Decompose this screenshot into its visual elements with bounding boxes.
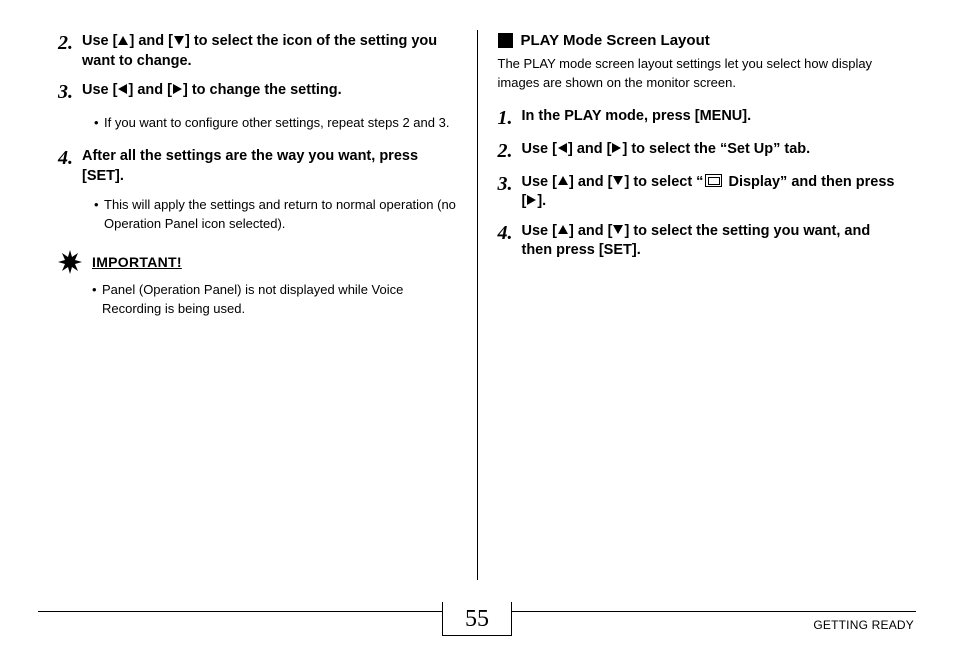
right-column: PLAY Mode Screen Layout The PLAY mode sc… [478,30,917,580]
arrow-right-icon [173,84,182,94]
step-number: 4. [58,147,82,186]
left-step-2: 2. Use [] and [] to select the icon of t… [58,32,457,71]
left-step-4: 4. After all the settings are the way yo… [58,147,457,186]
step-text: Use [] and [] to select the setting you … [522,222,897,261]
right-step-2: 2. Use [] and [] to select the “Set Up” … [498,140,897,163]
step-text: Use [] and [] to select the “Set Up” tab… [522,140,811,163]
step-number: 3. [58,81,82,104]
page-number-wrap: 55 [0,603,954,636]
right-step-3: 3. Use [] and [] to select “ Display” an… [498,173,897,212]
step-text: Use [] and [] to select the icon of the … [82,32,457,71]
step-number: 3. [498,173,522,212]
arrow-down-icon [174,36,184,45]
arrow-up-icon [118,36,128,45]
left-column: 2. Use [] and [] to select the icon of t… [38,30,477,580]
starburst-icon [58,250,82,274]
section-header: PLAY Mode Screen Layout [498,32,897,49]
sub-item: If you want to configure other settings,… [94,114,457,133]
section-description: The PLAY mode screen layout settings let… [498,55,897,93]
arrow-up-icon [558,225,568,234]
page-number: 55 [442,602,512,636]
step-number: 2. [58,32,82,71]
arrow-left-icon [118,84,127,94]
step-text: Use [] and [] to change the setting. [82,81,342,104]
step-text: Use [] and [] to select “ Display” and t… [522,173,897,212]
arrow-down-icon [613,176,623,185]
square-bullet-icon [498,33,513,48]
left-step-3-sub: If you want to configure other settings,… [94,114,457,133]
arrow-up-icon [558,176,568,185]
right-step-4: 4. Use [] and [] to select the setting y… [498,222,897,261]
step-number: 1. [498,107,522,130]
important-list: Panel (Operation Panel) is not displayed… [92,280,457,319]
sub-item: This will apply the settings and return … [94,196,457,234]
step-number: 4. [498,222,522,261]
step-text: After all the settings are the way you w… [82,147,457,186]
arrow-right-icon [527,195,536,205]
left-step-3: 3. Use [] and [] to change the setting. [58,81,457,104]
section-title: PLAY Mode Screen Layout [521,32,710,49]
arrow-right-icon [612,143,621,153]
display-icon [705,174,722,187]
important-header: IMPORTANT! [58,250,457,274]
columns: 2. Use [] and [] to select the icon of t… [38,30,916,580]
arrow-left-icon [558,143,567,153]
important-label: IMPORTANT! [92,254,182,270]
step-text: In the PLAY mode, press [MENU]. [522,107,752,130]
step-number: 2. [498,140,522,163]
important-item: Panel (Operation Panel) is not displayed… [92,280,457,319]
arrow-down-icon [613,225,623,234]
left-step-4-sub: This will apply the settings and return … [94,196,457,234]
right-step-1: 1. In the PLAY mode, press [MENU]. [498,107,897,130]
